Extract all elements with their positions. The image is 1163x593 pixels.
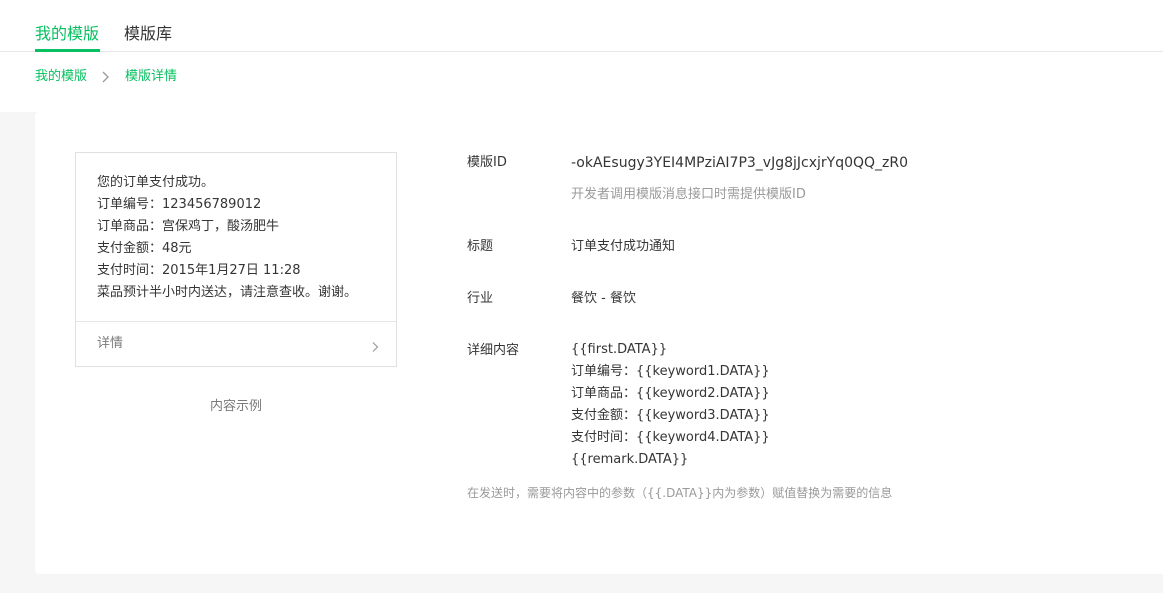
chevron-right-icon — [371, 338, 379, 357]
title-value: 订单支付成功通知 — [571, 239, 676, 254]
breadcrumb-my-templates[interactable]: 我的模版 — [35, 68, 87, 86]
content-line: 订单编号：{{keyword1.DATA}} — [571, 364, 770, 379]
template-id-tip: 开发者调用模版消息接口时需提供模版ID — [571, 187, 806, 202]
content-line: 支付金额：{{keyword3.DATA}} — [571, 408, 770, 423]
content-lines: {{first.DATA}} 订单编号：{{keyword1.DATA}} 订单… — [571, 339, 770, 471]
preview-line: 您的订单支付成功。 — [97, 175, 215, 190]
breadcrumb-template-detail[interactable]: 模版详情 — [125, 68, 177, 86]
template-id-value[interactable]: -okAEsugy3YEI4MPziAI7P3_vJg8jJcxjrYq0QQ_… — [571, 152, 908, 174]
preview-line: 菜品预计半小时内送达，请注意查收。谢谢。 — [97, 285, 358, 300]
preview-line: 支付金额：48元 — [97, 241, 192, 256]
template-id-label: 模版ID — [467, 155, 507, 170]
preview-caption: 内容示例 — [209, 399, 262, 414]
preview-content: 您的订单支付成功。 订单编号：123456789012 订单商品：宫保鸡丁，酸汤… — [97, 172, 387, 304]
preview-line: 支付时间：2015年1月27日 11:28 — [97, 263, 301, 278]
content-tip: 在发送时，需要将内容中的参数（{{.DATA}}内为参数）赋值替换为需要的信息 — [467, 486, 893, 500]
content-label: 详细内容 — [467, 343, 520, 358]
title-label: 标题 — [467, 239, 494, 254]
industry-value: 餐饮 - 餐饮 — [571, 291, 636, 306]
message-preview: 您的订单支付成功。 订单编号：123456789012 订单商品：宫保鸡丁，酸汤… — [75, 152, 397, 367]
breadcrumb: 我的模版 模版详情 — [0, 52, 1163, 112]
industry-label: 行业 — [467, 291, 494, 306]
preview-line: 订单商品：宫保鸡丁，酸汤肥牛 — [97, 219, 280, 234]
content-line: 订单商品：{{keyword2.DATA}} — [571, 386, 770, 401]
preview-line: 订单编号：123456789012 — [97, 197, 262, 212]
template-detail-card: 您的订单支付成功。 订单编号：123456789012 订单商品：宫保鸡丁，酸汤… — [35, 112, 1163, 574]
top-tabs-bar: 我的模版 模版库 — [0, 0, 1163, 52]
content-line: {{first.DATA}} — [571, 342, 668, 357]
preview-detail-link[interactable]: 详情 — [76, 322, 396, 367]
content-line: {{remark.DATA}} — [571, 452, 689, 467]
tab-template-library[interactable]: 模版库 — [124, 23, 172, 45]
preview-detail-label: 详情 — [97, 336, 124, 351]
chevron-right-icon — [100, 68, 110, 83]
tab-my-templates[interactable]: 我的模版 — [35, 23, 99, 45]
content-line: 支付时间：{{keyword4.DATA}} — [571, 430, 770, 445]
